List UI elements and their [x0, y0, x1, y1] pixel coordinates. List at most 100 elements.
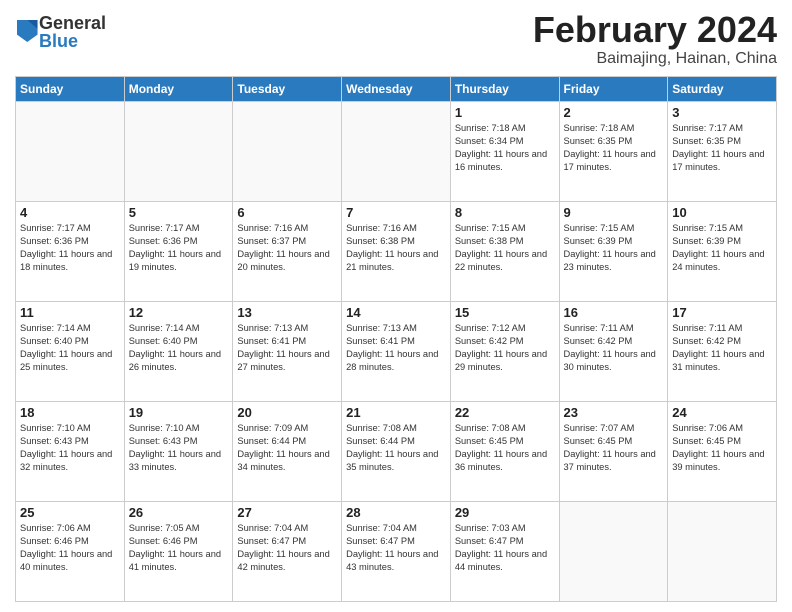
table-row: 10 Sunrise: 7:15 AMSunset: 6:39 PMDayligh… — [668, 201, 777, 301]
col-tuesday: Tuesday — [233, 76, 342, 101]
logo-text: General Blue — [39, 14, 106, 50]
day-info: Sunrise: 7:13 AMSunset: 6:41 PMDaylight:… — [237, 322, 337, 374]
day-info: Sunrise: 7:16 AMSunset: 6:38 PMDaylight:… — [346, 222, 446, 274]
table-row: 24Sunrise: 7:06 AMSunset: 6:45 PMDayligh… — [668, 401, 777, 501]
table-row: 7 Sunrise: 7:16 AMSunset: 6:38 PMDaylight… — [342, 201, 451, 301]
day-info: Sunrise: 7:05 AMSunset: 6:46 PMDaylight:… — [129, 522, 229, 574]
day-info: Sunrise: 7:13 AMSunset: 6:41 PMDaylight:… — [346, 322, 446, 374]
table-row — [233, 101, 342, 201]
day-info: Sunrise: 7:09 AMSunset: 6:44 PMDaylight:… — [237, 422, 337, 474]
table-row: 22Sunrise: 7:08 AMSunset: 6:45 PMDayligh… — [450, 401, 559, 501]
day-info: Sunrise: 7:18 AMSunset: 6:34 PMDaylight:… — [455, 122, 555, 174]
month-year-title: February 2024 — [533, 10, 777, 50]
table-row: 20 Sunrise: 7:09 AMSunset: 6:44 PMDayligh… — [233, 401, 342, 501]
table-row — [342, 101, 451, 201]
calendar-week-row: 25Sunrise: 7:06 AMSunset: 6:46 PMDayligh… — [16, 501, 777, 601]
table-row: 18 Sunrise: 7:10 AMSunset: 6:43 PMDayligh… — [16, 401, 125, 501]
title-block: February 2024 Baimajing, Hainan, China — [533, 10, 777, 68]
day-info: Sunrise: 7:14 AMSunset: 6:40 PMDaylight:… — [20, 322, 120, 374]
day-number: 28 — [346, 505, 446, 520]
day-number: 18 — [20, 405, 120, 420]
day-info: Sunrise: 7:15 AMSunset: 6:39 PMDaylight:… — [564, 222, 664, 274]
day-number: 13 — [237, 305, 337, 320]
calendar-week-row: 1 Sunrise: 7:18 AMSunset: 6:34 PMDaylight… — [16, 101, 777, 201]
day-number: 24 — [672, 405, 772, 420]
day-number: 15 — [455, 305, 555, 320]
table-row — [124, 101, 233, 201]
generalblue-logo-icon — [17, 20, 39, 42]
col-thursday: Thursday — [450, 76, 559, 101]
calendar-week-row: 4Sunrise: 7:17 AMSunset: 6:36 PMDaylight… — [16, 201, 777, 301]
day-info: Sunrise: 7:12 AMSunset: 6:42 PMDaylight:… — [455, 322, 555, 374]
calendar-table: Sunday Monday Tuesday Wednesday Thursday… — [15, 76, 777, 602]
table-row: 19 Sunrise: 7:10 AMSunset: 6:43 PMDayligh… — [124, 401, 233, 501]
day-info: Sunrise: 7:15 AMSunset: 6:39 PMDaylight:… — [672, 222, 772, 274]
calendar-week-row: 18 Sunrise: 7:10 AMSunset: 6:43 PMDayligh… — [16, 401, 777, 501]
day-number: 17 — [672, 305, 772, 320]
table-row: 25Sunrise: 7:06 AMSunset: 6:46 PMDayligh… — [16, 501, 125, 601]
day-info: Sunrise: 7:11 AMSunset: 6:42 PMDaylight:… — [672, 322, 772, 374]
day-number: 10 — [672, 205, 772, 220]
table-row: 3 Sunrise: 7:17 AMSunset: 6:35 PMDaylight… — [668, 101, 777, 201]
day-number: 21 — [346, 405, 446, 420]
day-number: 20 — [237, 405, 337, 420]
table-row: 15 Sunrise: 7:12 AMSunset: 6:42 PMDayligh… — [450, 301, 559, 401]
logo-general: General — [39, 14, 106, 32]
day-info: Sunrise: 7:17 AMSunset: 6:36 PMDaylight:… — [20, 222, 120, 274]
day-number: 11 — [20, 305, 120, 320]
table-row — [559, 501, 668, 601]
col-wednesday: Wednesday — [342, 76, 451, 101]
day-number: 27 — [237, 505, 337, 520]
day-info: Sunrise: 7:08 AMSunset: 6:44 PMDaylight:… — [346, 422, 446, 474]
table-row: 29Sunrise: 7:03 AMSunset: 6:47 PMDayligh… — [450, 501, 559, 601]
day-number: 2 — [564, 105, 664, 120]
day-number: 12 — [129, 305, 229, 320]
table-row: 6Sunrise: 7:16 AMSunset: 6:37 PMDaylight… — [233, 201, 342, 301]
day-number: 6 — [237, 205, 337, 220]
day-number: 26 — [129, 505, 229, 520]
col-monday: Monday — [124, 76, 233, 101]
col-saturday: Saturday — [668, 76, 777, 101]
day-number: 5 — [129, 205, 229, 220]
calendar-header-row: Sunday Monday Tuesday Wednesday Thursday… — [16, 76, 777, 101]
table-row: 17 Sunrise: 7:11 AMSunset: 6:42 PMDayligh… — [668, 301, 777, 401]
day-info: Sunrise: 7:06 AMSunset: 6:46 PMDaylight:… — [20, 522, 120, 574]
table-row: 23 Sunrise: 7:07 AMSunset: 6:45 PMDayligh… — [559, 401, 668, 501]
day-number: 16 — [564, 305, 664, 320]
day-info: Sunrise: 7:14 AMSunset: 6:40 PMDaylight:… — [129, 322, 229, 374]
day-info: Sunrise: 7:10 AMSunset: 6:43 PMDaylight:… — [20, 422, 120, 474]
day-number: 3 — [672, 105, 772, 120]
table-row — [668, 501, 777, 601]
day-info: Sunrise: 7:18 AMSunset: 6:35 PMDaylight:… — [564, 122, 664, 174]
day-number: 7 — [346, 205, 446, 220]
table-row: 13 Sunrise: 7:13 AMSunset: 6:41 PMDayligh… — [233, 301, 342, 401]
logo-blue: Blue — [39, 32, 106, 50]
table-row: 28 Sunrise: 7:04 AMSunset: 6:47 PMDayligh… — [342, 501, 451, 601]
day-info: Sunrise: 7:17 AMSunset: 6:35 PMDaylight:… — [672, 122, 772, 174]
logo: General Blue — [15, 14, 106, 50]
day-info: Sunrise: 7:08 AMSunset: 6:45 PMDaylight:… — [455, 422, 555, 474]
table-row: 26 Sunrise: 7:05 AMSunset: 6:46 PMDayligh… — [124, 501, 233, 601]
day-number: 1 — [455, 105, 555, 120]
day-info: Sunrise: 7:04 AMSunset: 6:47 PMDaylight:… — [237, 522, 337, 574]
day-number: 19 — [129, 405, 229, 420]
table-row: 27 Sunrise: 7:04 AMSunset: 6:47 PMDayligh… — [233, 501, 342, 601]
col-sunday: Sunday — [16, 76, 125, 101]
table-row: 5 Sunrise: 7:17 AMSunset: 6:36 PMDaylight… — [124, 201, 233, 301]
page: General Blue February 2024 Baimajing, Ha… — [0, 0, 792, 612]
day-number: 14 — [346, 305, 446, 320]
location-subtitle: Baimajing, Hainan, China — [533, 50, 777, 68]
table-row: 9 Sunrise: 7:15 AMSunset: 6:39 PMDaylight… — [559, 201, 668, 301]
day-number: 9 — [564, 205, 664, 220]
table-row — [16, 101, 125, 201]
table-row: 4Sunrise: 7:17 AMSunset: 6:36 PMDaylight… — [16, 201, 125, 301]
day-info: Sunrise: 7:17 AMSunset: 6:36 PMDaylight:… — [129, 222, 229, 274]
day-number: 23 — [564, 405, 664, 420]
day-info: Sunrise: 7:07 AMSunset: 6:45 PMDaylight:… — [564, 422, 664, 474]
day-info: Sunrise: 7:10 AMSunset: 6:43 PMDaylight:… — [129, 422, 229, 474]
day-info: Sunrise: 7:11 AMSunset: 6:42 PMDaylight:… — [564, 322, 664, 374]
day-number: 8 — [455, 205, 555, 220]
col-friday: Friday — [559, 76, 668, 101]
day-info: Sunrise: 7:04 AMSunset: 6:47 PMDaylight:… — [346, 522, 446, 574]
day-info: Sunrise: 7:03 AMSunset: 6:47 PMDaylight:… — [455, 522, 555, 574]
